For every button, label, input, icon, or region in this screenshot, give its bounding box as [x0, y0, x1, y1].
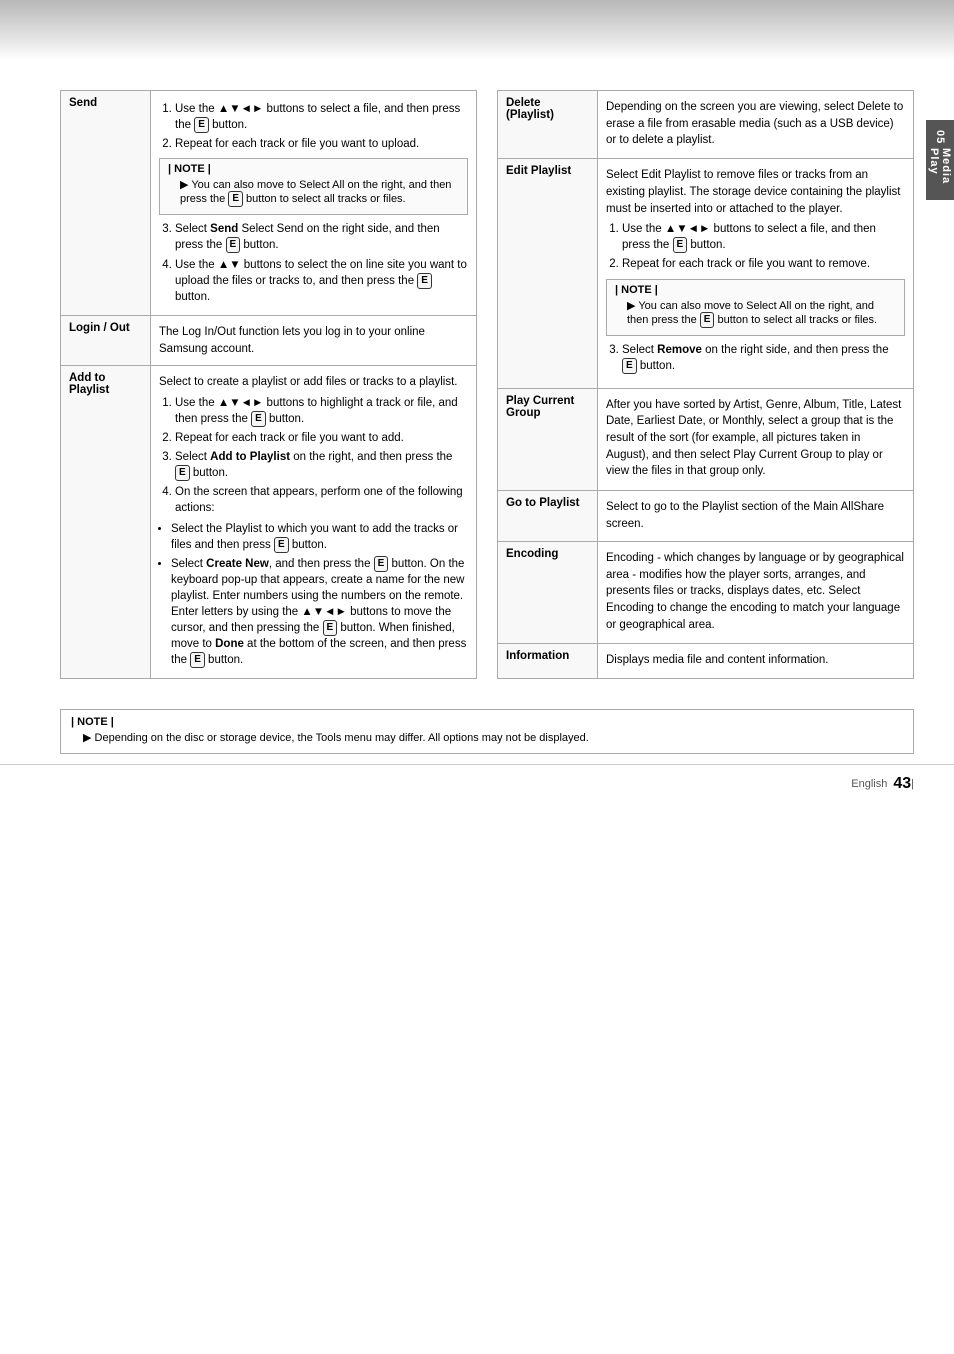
list-item: Repeat for each track or file you want t… [622, 256, 905, 272]
information-content: Displays media file and content informat… [598, 644, 914, 678]
bottom-note: | NOTE | ▶ Depending on the disc or stor… [60, 709, 914, 754]
login-label: Login / Out [61, 315, 151, 365]
edit-note-item: ▶ You can also move to Select All on the… [627, 299, 896, 328]
chapter-number: 05 [934, 130, 946, 144]
edit-note-box: | NOTE | ▶ You can also move to Select A… [606, 279, 905, 336]
main-content: Send Use the ▲▼◄► buttons to select a fi… [0, 70, 954, 699]
add-playlist-row: Add to Playlist Select to create a playl… [61, 366, 477, 678]
list-item: Select Send Select Send on the right sid… [175, 221, 468, 253]
send-note-box: | NOTE | ▶ You can also move to Select A… [159, 158, 468, 215]
send-note-title: | NOTE | [168, 163, 459, 175]
enter-button-icon: E [228, 191, 243, 207]
edit-playlist-label: Edit Playlist [498, 159, 598, 389]
login-row: Login / Out The Log In/Out function lets… [61, 315, 477, 365]
play-current-row: Play Current Group After you have sorted… [498, 388, 914, 490]
footer-language: English [851, 778, 887, 790]
bottom-note-text: ▶ Depending on the disc or storage devic… [83, 731, 903, 744]
list-item: Use the ▲▼◄► buttons to select a file, a… [622, 221, 905, 253]
enter-button-icon: E [175, 465, 190, 481]
enter-button-icon: E [190, 652, 205, 668]
footer-page-number: 43 [893, 775, 911, 793]
login-content: The Log In/Out function lets you log in … [151, 315, 477, 365]
enter-button-icon: E [274, 537, 289, 553]
page-wrapper: 05 Media Play Send Use the ▲▼◄► buttons … [0, 0, 954, 1354]
edit-note-title: | NOTE | [615, 284, 896, 296]
enter-button-icon: E [226, 237, 241, 253]
list-item: Use the ▲▼ buttons to select the on line… [175, 257, 468, 305]
chapter-tab: 05 Media Play [926, 120, 954, 200]
send-row: Send Use the ▲▼◄► buttons to select a fi… [61, 91, 477, 316]
send-label: Send [61, 91, 151, 316]
chapter-label: Media Play [928, 148, 952, 190]
delete-label: Delete (Playlist) [498, 91, 598, 159]
go-playlist-label: Go to Playlist [498, 490, 598, 541]
enter-button-icon: E [251, 411, 266, 427]
add-playlist-label: Add to Playlist [61, 366, 151, 678]
send-content: Use the ▲▼◄► buttons to select a file, a… [151, 91, 477, 316]
play-current-label: Play Current Group [498, 388, 598, 490]
enter-button-icon: E [374, 556, 389, 572]
enter-button-icon: E [194, 117, 209, 133]
delete-content: Depending on the screen you are viewing,… [598, 91, 914, 159]
list-item: Repeat for each track or file you want t… [175, 430, 468, 446]
list-item: Select Add to Playlist on the right, and… [175, 449, 468, 481]
enter-button-icon: E [622, 358, 637, 374]
information-label: Information [498, 644, 598, 678]
top-decorative-bar [0, 0, 954, 60]
list-item: Select Remove on the right side, and the… [622, 342, 905, 374]
left-table: Send Use the ▲▼◄► buttons to select a fi… [60, 90, 477, 679]
right-table: Delete (Playlist) Depending on the scree… [497, 90, 914, 679]
footer: English 43 | [0, 764, 954, 803]
play-current-content: After you have sorted by Artist, Genre, … [598, 388, 914, 490]
go-playlist-content: Select to go to the Playlist section of … [598, 490, 914, 541]
information-row: Information Displays media file and cont… [498, 644, 914, 678]
add-playlist-content: Select to create a playlist or add files… [151, 366, 477, 678]
encoding-content: Encoding - which changes by language or … [598, 542, 914, 644]
enter-button-icon: E [673, 237, 688, 253]
list-item: Use the ▲▼◄► buttons to highlight a trac… [175, 395, 468, 427]
edit-playlist-row: Edit Playlist Select Edit Playlist to re… [498, 159, 914, 389]
footer-pipe: | [911, 778, 914, 790]
encoding-label: Encoding [498, 542, 598, 644]
send-note-item: ▶ You can also move to Select All on the… [180, 178, 459, 207]
list-item: Select the Playlist to which you want to… [171, 521, 468, 553]
enter-button-icon: E [700, 312, 715, 328]
list-item: Select Create New, and then press the E … [171, 556, 468, 669]
edit-playlist-content: Select Edit Playlist to remove files or … [598, 159, 914, 389]
enter-button-icon: E [323, 620, 338, 636]
list-item: On the screen that appears, perform one … [175, 484, 468, 516]
delete-row: Delete (Playlist) Depending on the scree… [498, 91, 914, 159]
go-playlist-row: Go to Playlist Select to go to the Playl… [498, 490, 914, 541]
encoding-row: Encoding Encoding - which changes by lan… [498, 542, 914, 644]
enter-button-icon: E [417, 273, 432, 289]
list-item: Use the ▲▼◄► buttons to select a file, a… [175, 101, 468, 133]
bottom-note-title: | NOTE | [71, 716, 903, 728]
list-item: Repeat for each track or file you want t… [175, 136, 468, 152]
